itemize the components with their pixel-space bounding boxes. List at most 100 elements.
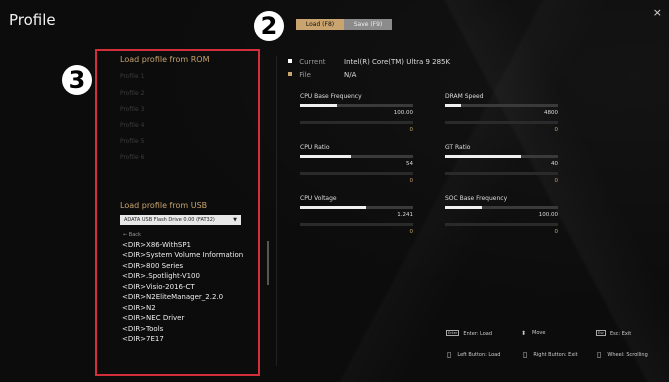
dir-item[interactable]: <DIR>N2	[122, 304, 156, 312]
profile-item-6[interactable]: Profile 6	[120, 154, 144, 161]
param-label: CPU Base Frequency	[300, 93, 362, 100]
help-esc-text: Esc: Exit	[609, 331, 632, 337]
callout-badge-3: 3	[62, 65, 92, 95]
profile-item-5[interactable]: Profile 5	[120, 138, 144, 145]
dir-item[interactable]: <DIR>7E17	[122, 335, 164, 343]
current-label: Current	[299, 58, 326, 66]
mouse-right-icon: ▯	[523, 350, 528, 359]
panel-divider	[276, 56, 277, 366]
dir-item[interactable]: <DIR>X86-WithSP1	[122, 241, 191, 249]
param-label: SOC Base Frequency	[445, 195, 508, 202]
dir-list-scrollbar[interactable]	[267, 241, 269, 285]
param-label: DRAM Speed	[445, 93, 484, 100]
param-dram-speed: DRAM Speed 4800 0	[445, 93, 558, 133]
param-label: CPU Voltage	[300, 195, 337, 202]
param-compare-bar	[445, 223, 558, 226]
help-move: ⬍ Move	[521, 330, 545, 337]
dir-item[interactable]: <DIR>Tools	[122, 325, 163, 333]
param-value: 54	[406, 161, 413, 167]
usb-section-title: Load profile from USB	[120, 201, 208, 210]
help-wheel: ▯ Wheel: Scrolling	[597, 350, 648, 359]
param-value: 4800	[544, 110, 558, 116]
tab-bar: Load (F8) Save (F9)	[296, 19, 392, 30]
dir-item[interactable]: <DIR>Visio-2016-CT	[122, 283, 195, 291]
param-gt-ratio: GT Ratio 40 0	[445, 144, 558, 184]
profile-item-4[interactable]: Profile 4	[120, 122, 144, 129]
param-compare-value: 0	[554, 178, 559, 184]
param-value: 100.00	[393, 110, 413, 116]
param-bar-fill	[300, 104, 338, 107]
help-right-button: ▯ Right Button: Exit	[523, 350, 578, 359]
param-value: 100.00	[538, 212, 558, 218]
param-bar	[445, 155, 558, 158]
help-right-button-text: Right Button: Exit	[533, 352, 578, 358]
param-cpu-base-frequency: CPU Base Frequency 100.00 0	[300, 93, 413, 133]
param-compare-bar	[445, 172, 558, 175]
current-value: Intel(R) Core(TM) Ultra 9 285K	[344, 58, 451, 66]
dir-item[interactable]: <DIR>System Volume Information	[122, 251, 243, 259]
param-bar-fill	[300, 206, 366, 209]
mouse-wheel-icon: ▯	[597, 350, 602, 359]
profile-item-3[interactable]: Profile 3	[120, 106, 144, 113]
param-cpu-voltage: CPU Voltage 1.241 0	[300, 195, 413, 235]
highlight-box	[95, 49, 260, 376]
param-compare-value: 0	[554, 229, 559, 235]
profile-item-1[interactable]: Profile 1	[120, 73, 144, 80]
help-left-button-text: Left Button: Load	[457, 352, 501, 358]
help-enter: Enter Enter: Load	[446, 330, 492, 337]
dir-item[interactable]: <DIR>800 Series	[122, 262, 183, 270]
arrow-keys-icon: ⬍	[521, 330, 527, 337]
current-square-icon	[288, 59, 292, 63]
param-bar	[445, 206, 558, 209]
usb-device-select[interactable]: ADATA USB Flash Drive 0.00 (FAT32) ▼	[120, 215, 241, 225]
dir-item[interactable]: <DIR>N2EliteManager_2.2.0	[122, 293, 223, 301]
help-esc: Esc Esc: Exit	[596, 330, 631, 337]
param-cpu-ratio: CPU Ratio 54 0	[300, 144, 413, 184]
mouse-left-icon: ▯	[447, 350, 452, 359]
param-label: CPU Ratio	[300, 144, 330, 151]
param-label: GT Ratio	[445, 144, 471, 151]
current-row: Current Intel(R) Core(TM) Ultra 9 285K	[288, 58, 450, 66]
param-compare-value: 0	[554, 127, 559, 133]
callout-badge-2: 2	[254, 11, 284, 41]
file-square-icon	[288, 72, 292, 76]
esc-key-icon: Esc	[596, 330, 606, 336]
help-enter-text: Enter: Load	[463, 331, 493, 337]
file-label: File	[299, 71, 311, 79]
param-compare-value: 0	[409, 229, 414, 235]
help-left-button: ▯ Left Button: Load	[447, 350, 500, 359]
close-icon[interactable]: ×	[653, 6, 662, 19]
dropdown-caret-icon: ▼	[233, 217, 237, 223]
param-bar	[300, 155, 413, 158]
param-value: 1.241	[397, 212, 413, 218]
usb-device-value: ADATA USB Flash Drive 0.00 (FAT32)	[124, 217, 215, 223]
file-value: N/A	[344, 71, 357, 79]
dir-item[interactable]: <DIR>.Spotlight-V100	[122, 272, 200, 280]
tab-load[interactable]: Load (F8)	[296, 19, 344, 30]
param-soc-base-frequency: SOC Base Frequency 100.00 0	[445, 195, 558, 235]
param-bar	[300, 206, 413, 209]
param-compare-bar	[300, 223, 413, 226]
page-title: Profile	[9, 11, 56, 29]
param-bar-fill	[300, 155, 351, 158]
tab-save[interactable]: Save (F9)	[344, 19, 392, 30]
param-compare-bar	[300, 121, 413, 124]
enter-key-icon: Enter	[446, 330, 460, 336]
help-move-text: Move	[532, 330, 546, 336]
file-row: File N/A	[288, 71, 356, 79]
param-bar-fill	[445, 104, 461, 107]
help-wheel-text: Wheel: Scrolling	[607, 352, 648, 358]
profile-item-2[interactable]: Profile 2	[120, 90, 144, 97]
param-bar	[300, 104, 413, 107]
param-bar	[445, 104, 558, 107]
param-compare-value: 0	[409, 178, 414, 184]
param-value: 40	[551, 161, 558, 167]
dir-item[interactable]: <DIR>NEC Driver	[122, 314, 184, 322]
param-compare-value: 0	[409, 127, 414, 133]
param-compare-bar	[300, 172, 413, 175]
param-bar-fill	[445, 206, 483, 209]
rom-section-title: Load profile from ROM	[120, 55, 210, 64]
param-compare-bar	[445, 121, 558, 124]
back-link[interactable]: ← Back	[123, 232, 141, 238]
param-bar-fill	[445, 155, 521, 158]
